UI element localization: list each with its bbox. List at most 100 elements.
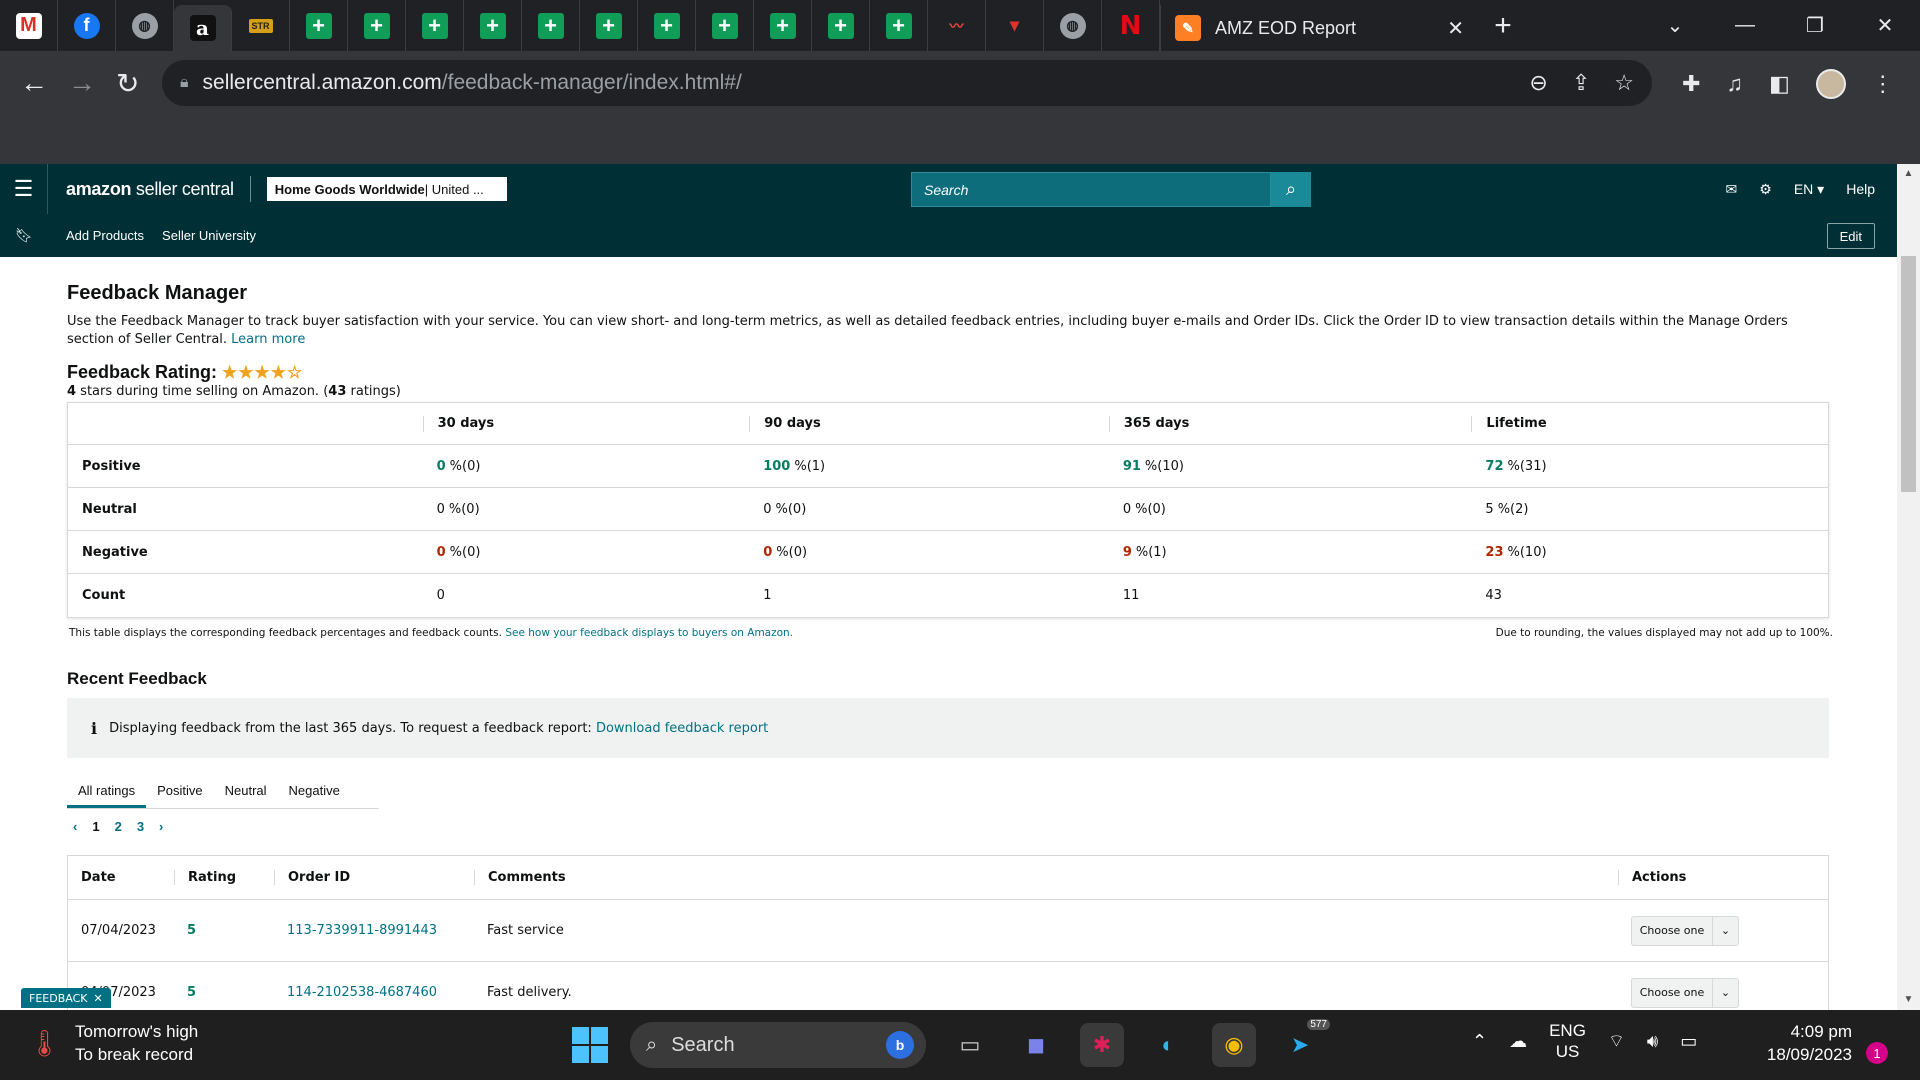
- pinned-tab[interactable]: +: [522, 0, 580, 51]
- pinned-tab[interactable]: +: [870, 0, 928, 51]
- learn-more-link[interactable]: Learn more: [231, 332, 305, 347]
- zoom-icon[interactable]: ⊖: [1529, 70, 1547, 96]
- action-dropdown[interactable]: Choose one ⌄: [1631, 915, 1739, 946]
- lock-icon[interactable]: 🔒︎: [180, 74, 189, 92]
- tab-positive[interactable]: Positive: [146, 783, 214, 808]
- edge-icon[interactable]: ◐: [1146, 1023, 1190, 1067]
- sheets-icon: +: [305, 12, 332, 39]
- chevron-down-icon[interactable]: ⌄: [1712, 916, 1738, 945]
- telegram-icon[interactable]: ➤ 577: [1278, 1019, 1330, 1067]
- add-products-link[interactable]: Add Products: [66, 228, 144, 243]
- teams-icon[interactable]: ◼: [1014, 1023, 1058, 1067]
- pinned-tab[interactable]: +: [812, 0, 870, 51]
- next-page-icon[interactable]: ›: [159, 819, 163, 834]
- page-link[interactable]: 3: [137, 819, 144, 834]
- active-tab[interactable]: ✎ AMZ EOD Report ✕: [1160, 5, 1478, 51]
- pinned-tab[interactable]: +: [406, 0, 464, 51]
- windows-start-icon[interactable]: [572, 1027, 608, 1063]
- bookmark-icon[interactable]: 🔖︎: [0, 227, 48, 244]
- order-id-link[interactable]: 114-2102538-4687460: [274, 985, 474, 1000]
- pinned-tab[interactable]: ◍: [116, 0, 174, 51]
- pinned-tab[interactable]: 〰: [928, 0, 986, 51]
- wifi-icon[interactable]: ⌔: [1608, 1030, 1625, 1053]
- bookmark-star-icon[interactable]: ☆: [1614, 70, 1634, 96]
- hamburger-menu-icon[interactable]: ☰: [0, 164, 48, 214]
- tab-neutral[interactable]: Neutral: [214, 783, 278, 808]
- side-panel-icon[interactable]: ◧: [1769, 71, 1790, 97]
- back-icon[interactable]: ←: [20, 67, 48, 99]
- seller-central-logo[interactable]: amazon seller central: [66, 179, 234, 200]
- pinned-tab[interactable]: N: [1102, 0, 1160, 51]
- reload-icon[interactable]: ↻: [116, 67, 139, 100]
- onedrive-icon[interactable]: ☁: [1509, 1031, 1527, 1052]
- battery-icon[interactable]: ▭: [1680, 1031, 1697, 1052]
- store-selector[interactable]: Home Goods Worldwide | United ...: [266, 177, 507, 201]
- menu-icon[interactable]: ⋮: [1872, 71, 1894, 97]
- pinned-tab[interactable]: +: [754, 0, 812, 51]
- chevron-down-icon[interactable]: ⌄: [1712, 978, 1738, 1007]
- page-link[interactable]: 1: [92, 819, 99, 834]
- pinned-tab[interactable]: +: [290, 0, 348, 51]
- language-indicator[interactable]: ENG US: [1549, 1020, 1586, 1062]
- page-link[interactable]: 2: [115, 819, 122, 834]
- profile-avatar[interactable]: [1815, 69, 1846, 99]
- task-view-icon[interactable]: ▭: [948, 1023, 992, 1067]
- page-scrollbar[interactable]: ▲ ▼: [1897, 164, 1920, 1010]
- tab-all-ratings[interactable]: All ratings: [67, 783, 147, 808]
- slack-icon[interactable]: ✱: [1080, 1023, 1124, 1067]
- extensions-icon[interactable]: ✚: [1682, 71, 1700, 97]
- pinned-tab[interactable]: +: [580, 0, 638, 51]
- gear-icon[interactable]: ⚙: [1759, 181, 1772, 198]
- scroll-down-icon[interactable]: ▼: [1897, 990, 1920, 1010]
- pinned-tab[interactable]: +: [696, 0, 754, 51]
- forward-icon[interactable]: →: [68, 67, 96, 99]
- chrome-icon[interactable]: ◉: [1212, 1023, 1256, 1067]
- close-window-button[interactable]: ✕: [1850, 13, 1920, 38]
- share-icon[interactable]: ⇪: [1572, 70, 1590, 96]
- minimize-button[interactable]: —: [1710, 14, 1780, 37]
- notification-badge[interactable]: 1: [1866, 1042, 1888, 1064]
- address-bar[interactable]: 🔒︎ sellercentral.amazon.com /feedback-ma…: [162, 60, 1652, 106]
- action-dropdown[interactable]: Choose one ⌄: [1631, 977, 1739, 1008]
- buyer-display-link[interactable]: See how your feedback displays to buyers…: [505, 627, 793, 639]
- pinned-tab[interactable]: STR: [232, 0, 290, 51]
- order-id-link[interactable]: 113-7339911-8991443: [274, 923, 474, 938]
- pinned-tab[interactable]: ◍: [1044, 0, 1102, 51]
- search-input[interactable]: Search: [911, 172, 1271, 207]
- restore-button[interactable]: ❐: [1780, 13, 1850, 38]
- chevron-up-icon[interactable]: ⌃: [1472, 1031, 1487, 1052]
- pinned-tab[interactable]: M: [0, 0, 58, 51]
- help-link[interactable]: Help: [1846, 181, 1875, 197]
- feedback-widget-button[interactable]: FEEDBACK ✕: [21, 988, 111, 1008]
- close-icon[interactable]: ✕: [93, 992, 102, 1005]
- taskbar-search[interactable]: ⌕ Search b: [630, 1022, 926, 1068]
- weather-widget[interactable]: 🌡︎ Tomorrow's high To break record: [28, 1020, 198, 1066]
- language-selector[interactable]: EN ▾: [1794, 181, 1824, 198]
- pinned-tab[interactable]: ▾: [986, 0, 1044, 51]
- mail-icon[interactable]: ✉: [1726, 181, 1738, 198]
- sheets-icon: +: [595, 12, 622, 39]
- close-tab-icon[interactable]: ✕: [1447, 16, 1464, 41]
- search-icon[interactable]: ⌕: [1271, 172, 1311, 207]
- download-report-link[interactable]: Download feedback report: [596, 721, 768, 736]
- volume-icon[interactable]: 🔊︎: [1647, 1031, 1658, 1052]
- pinned-tab[interactable]: +: [464, 0, 522, 51]
- pinned-tab[interactable]: +: [638, 0, 696, 51]
- scroll-thumb[interactable]: [1901, 256, 1916, 492]
- clock[interactable]: 4:09 pm 18/09/2023: [1752, 1020, 1852, 1066]
- globe-icon: ◍: [131, 12, 158, 39]
- edit-button[interactable]: Edit: [1826, 223, 1875, 249]
- url-host: sellercentral.amazon.com: [202, 71, 442, 94]
- table-row: Count 0 1 11 43: [68, 574, 1828, 617]
- seller-university-link[interactable]: Seller University: [162, 228, 256, 243]
- media-icon[interactable]: ♫: [1726, 71, 1743, 97]
- scroll-up-icon[interactable]: ▲: [1897, 164, 1920, 184]
- pinned-tab[interactable]: a: [174, 5, 232, 51]
- tab-search-icon[interactable]: ⌄: [1640, 13, 1710, 38]
- pinned-tab[interactable]: +: [348, 0, 406, 51]
- new-tab-button[interactable]: +: [1478, 0, 1528, 51]
- tab-negative[interactable]: Negative: [278, 783, 351, 808]
- prev-page-icon[interactable]: ‹: [73, 819, 77, 834]
- pinned-tab[interactable]: f: [58, 0, 116, 51]
- bing-icon[interactable]: b: [886, 1031, 914, 1059]
